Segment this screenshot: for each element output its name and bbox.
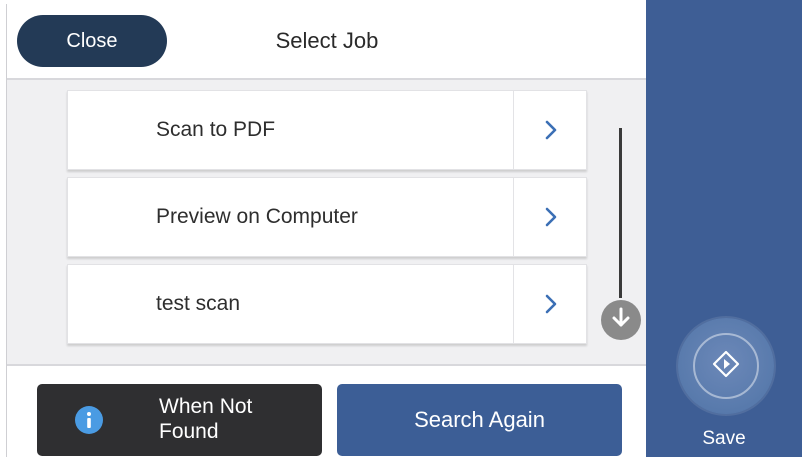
info-icon (75, 406, 103, 434)
when-not-found-label: When Not Found (159, 395, 253, 443)
save-start-button[interactable] (678, 318, 774, 414)
job-item-test-scan[interactable]: test scan (67, 264, 587, 344)
search-again-button[interactable]: Search Again (337, 384, 622, 456)
main-area: Close Select Job Scan to PDF Preview on … (6, 4, 647, 457)
when-not-found-button[interactable]: When Not Found (37, 384, 322, 456)
footer-bar: When Not Found Search Again (7, 364, 647, 457)
arrow-down-icon (610, 306, 632, 335)
chevron-right-icon[interactable] (514, 265, 588, 343)
scroll-down-button[interactable] (601, 300, 641, 340)
job-item-scan-to-pdf[interactable]: Scan to PDF (67, 90, 587, 170)
job-label: test scan (156, 292, 241, 315)
job-label: Preview on Computer (156, 205, 358, 228)
close-button[interactable]: Close (17, 15, 167, 67)
save-label: Save (702, 428, 746, 449)
start-ring (693, 333, 759, 399)
side-panel: Save (646, 0, 802, 457)
header-bar: Close Select Job (7, 4, 647, 80)
job-label: Scan to PDF (156, 118, 276, 141)
page-title: Select Job (275, 28, 379, 53)
job-list: Scan to PDF Preview on Computer test sca… (67, 90, 587, 351)
job-item-preview-on-computer[interactable]: Preview on Computer (67, 177, 587, 257)
chevron-right-icon[interactable] (514, 178, 588, 256)
chevron-right-icon[interactable] (514, 91, 588, 169)
start-diamond-icon (711, 349, 741, 384)
scrollbar[interactable] (619, 128, 622, 298)
select-job-screen: Close Select Job Scan to PDF Preview on … (0, 0, 802, 457)
